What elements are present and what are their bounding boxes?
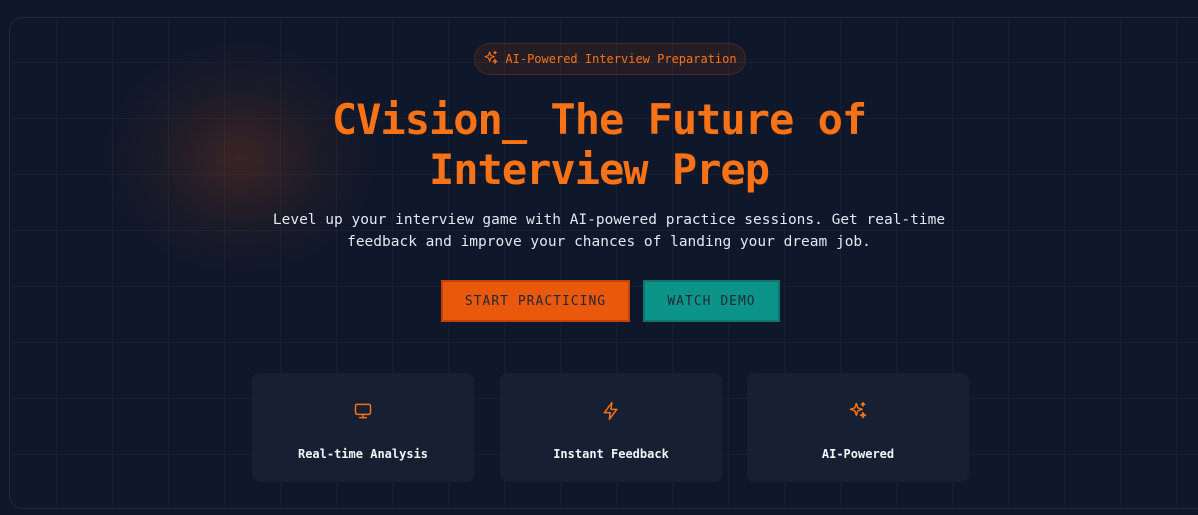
monitor-icon <box>353 373 373 425</box>
lightning-icon <box>601 373 621 425</box>
watch-demo-button[interactable]: WATCH DEMO <box>643 280 780 322</box>
subtitle: Level up your interview game with AI-pow… <box>259 209 959 253</box>
feature-label: Instant Feedback <box>553 447 669 461</box>
subtitle-line-2: feedback and improve your chances of lan… <box>347 234 871 250</box>
title-line-1: CVision_ The Future of <box>331 95 867 144</box>
feature-card-ai-powered: AI-Powered <box>747 373 969 482</box>
badge-label: AI-Powered Interview Preparation <box>505 52 737 66</box>
feature-label: AI-Powered <box>821 447 895 461</box>
start-practicing-button[interactable]: START PRACTICING <box>441 280 630 322</box>
badge: AI-Powered Interview Preparation <box>474 43 746 75</box>
page-title: CVision_ The Future of Interview Prep <box>0 95 1198 195</box>
feature-card-realtime-analysis: Real-time Analysis <box>252 373 474 482</box>
title-line-2: Interview Prep <box>428 145 770 194</box>
subtitle-line-1: Level up your interview game with AI-pow… <box>272 212 946 228</box>
sparkles-icon <box>848 373 868 425</box>
sparkles-icon <box>483 50 499 69</box>
feature-label: Real-time Analysis <box>297 447 429 461</box>
feature-card-instant-feedback: Instant Feedback <box>500 373 722 482</box>
